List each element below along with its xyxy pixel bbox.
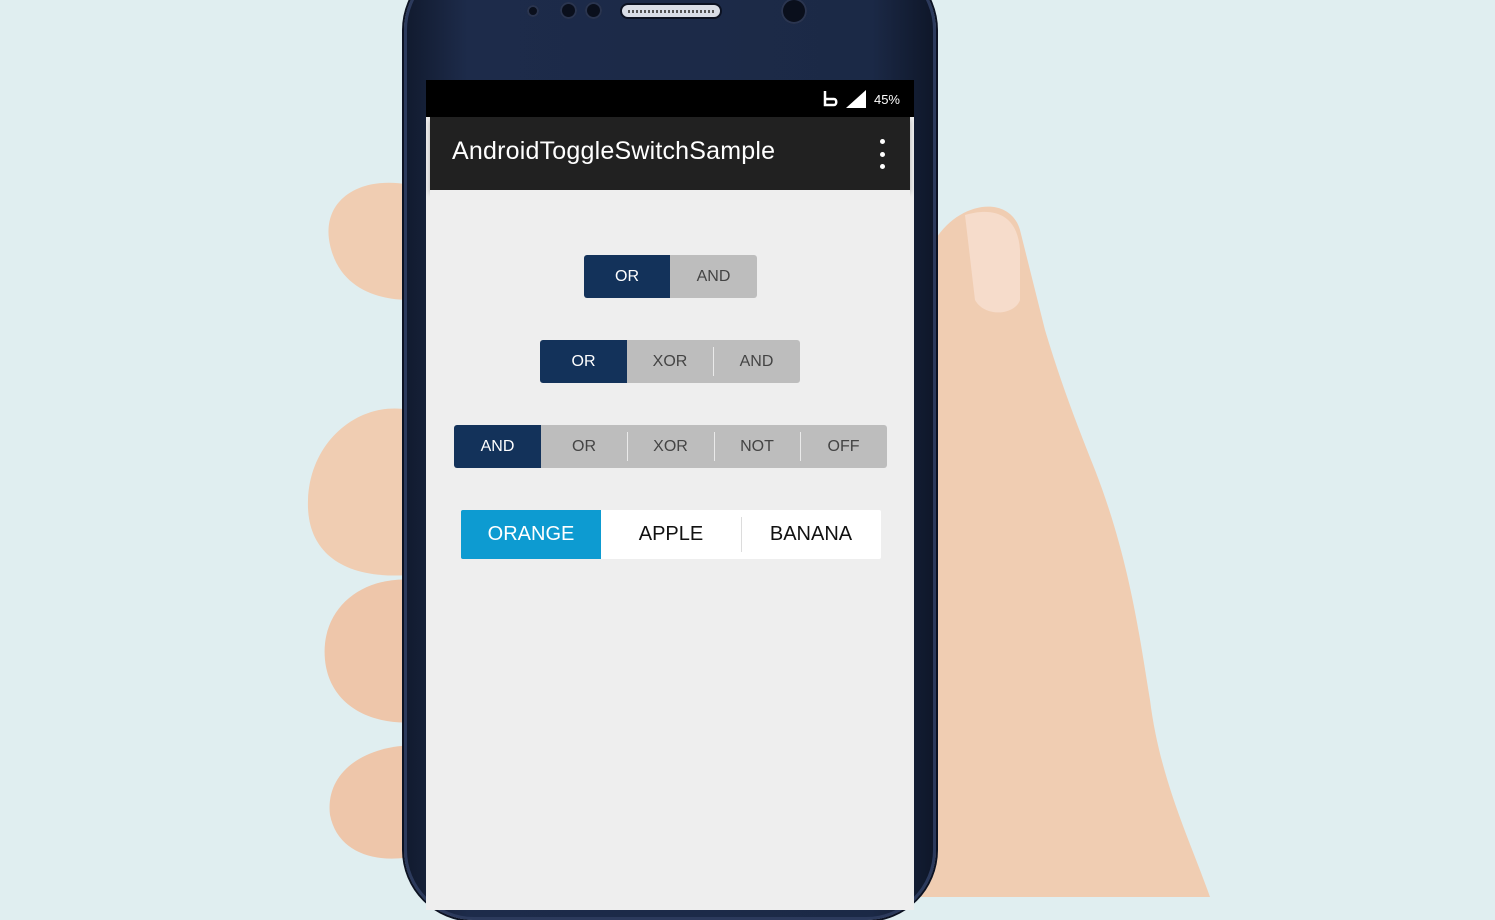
toggle-switch-fruit: ORANGE APPLE BANANA: [461, 510, 881, 559]
battery-percent: 45%: [873, 91, 900, 107]
toggle-option-or[interactable]: OR: [541, 425, 627, 468]
toggle-option-xor[interactable]: XOR: [627, 425, 714, 468]
toggle-option-and[interactable]: AND: [713, 340, 800, 383]
front-sensor: [560, 2, 577, 19]
toggle-option-apple[interactable]: APPLE: [601, 510, 741, 559]
toggle-switch-three: OR XOR AND: [540, 340, 800, 383]
toggle-option-and[interactable]: AND: [670, 255, 757, 298]
toggle-option-xor[interactable]: XOR: [627, 340, 713, 383]
signal-icon: [845, 90, 866, 108]
toggle-option-banana[interactable]: BANANA: [741, 510, 881, 559]
app-notification-icon: [823, 91, 838, 107]
speaker-grille: [620, 3, 722, 19]
app-title: AndroidToggleSwitchSample: [452, 137, 776, 165]
overflow-menu-icon[interactable]: [874, 139, 890, 169]
toggle-option-off[interactable]: OFF: [800, 425, 887, 468]
toggle-switch-five: AND OR XOR NOT OFF: [454, 425, 887, 468]
app-bar: AndroidToggleSwitchSample: [430, 117, 910, 190]
toggle-switch-two: OR AND: [584, 255, 757, 298]
phone-screen: 45% AndroidToggleSwitchSample OR AND OR …: [426, 80, 914, 910]
toggle-option-or[interactable]: OR: [584, 255, 670, 298]
front-sensor: [585, 2, 602, 19]
toggle-option-not[interactable]: NOT: [714, 425, 800, 468]
front-sensor: [527, 5, 539, 17]
content-area: OR AND OR XOR AND AND OR XOR NOT OFF ORA…: [430, 190, 910, 910]
toggle-option-or[interactable]: OR: [540, 340, 627, 383]
toggle-option-and[interactable]: AND: [454, 425, 541, 468]
status-bar: 45%: [426, 80, 914, 117]
toggle-option-orange[interactable]: ORANGE: [461, 510, 601, 559]
